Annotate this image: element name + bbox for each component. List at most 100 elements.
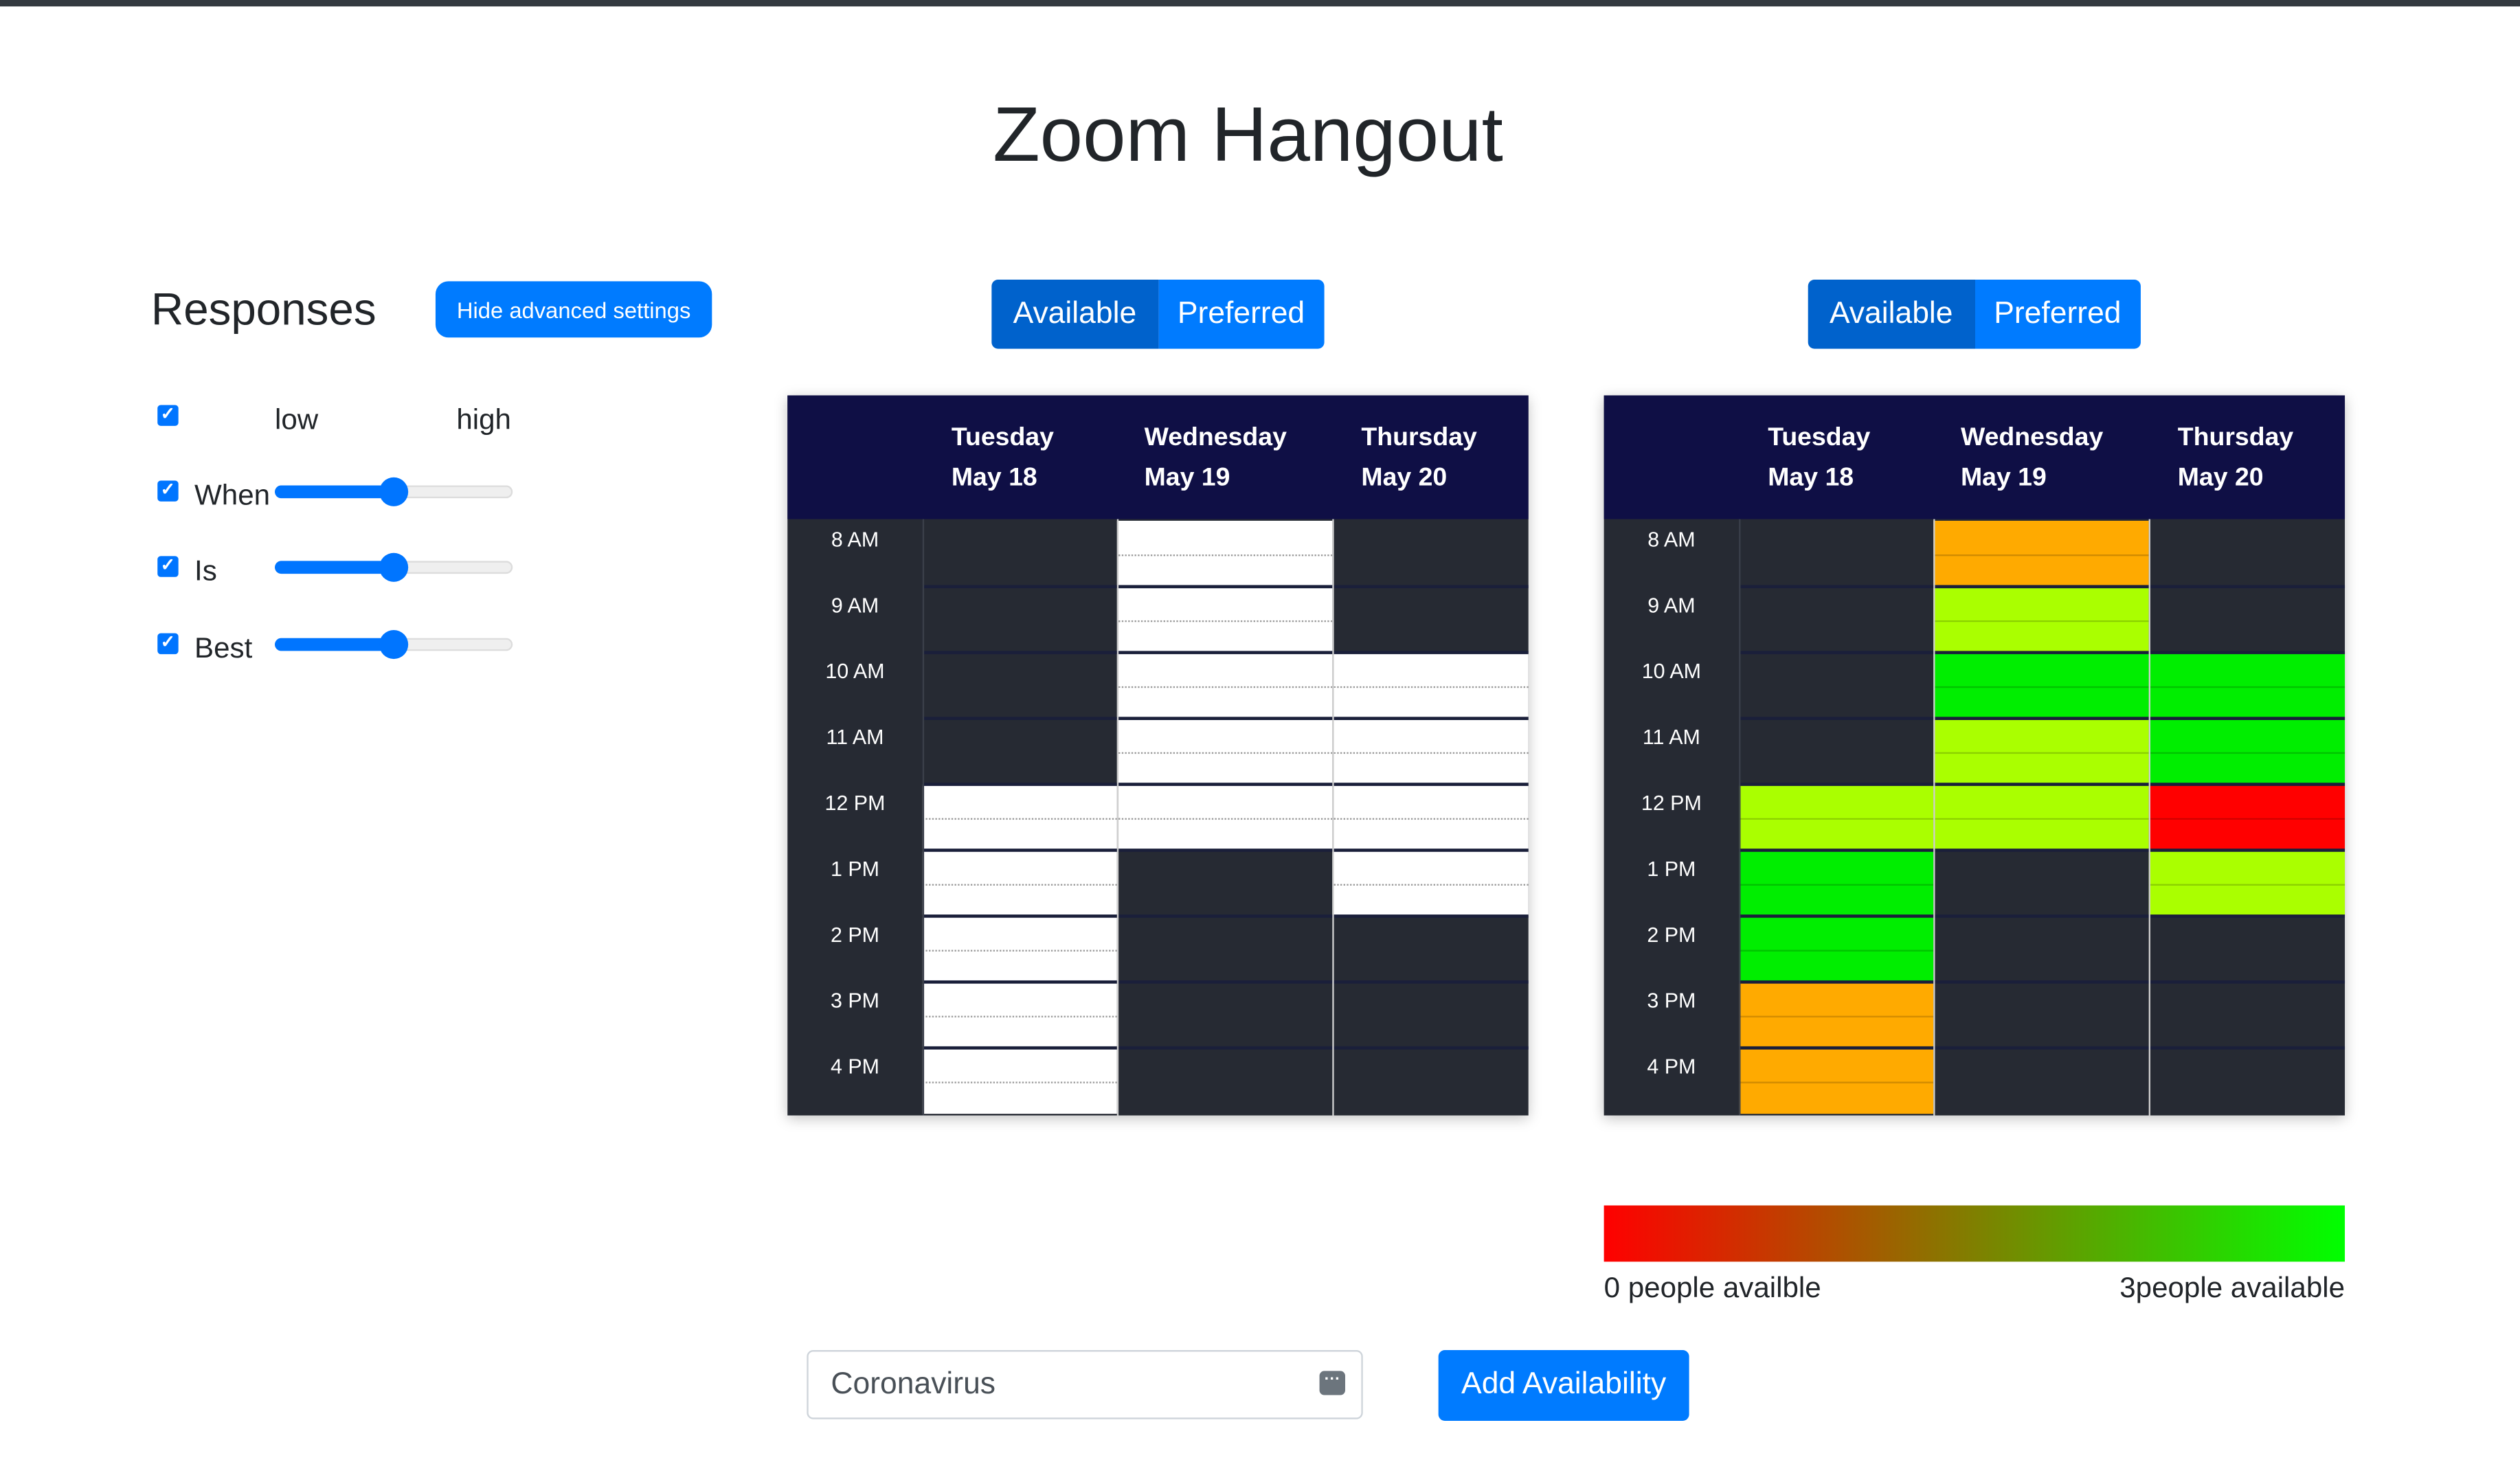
time-slot (1933, 520, 2149, 587)
hour-divider (1739, 717, 2345, 721)
autofill-icon[interactable]: ··· (1319, 1371, 1345, 1395)
time-slot (1739, 1048, 1934, 1114)
time-label: 12 PM (824, 790, 886, 816)
filter-row: ✓ When (157, 477, 527, 523)
hour-divider (922, 849, 1529, 852)
hour-divider (922, 914, 1529, 918)
time-slot (1933, 718, 2149, 785)
hour-divider (922, 651, 1529, 655)
preferred-tab[interactable]: Preferred (1158, 280, 1325, 349)
time-label: 12 PM (1641, 790, 1702, 816)
date-label: May 18 (951, 464, 1037, 492)
hour-divider (1739, 914, 2345, 918)
date-label: May 20 (2177, 464, 2264, 492)
time-slot[interactable] (1332, 718, 1529, 785)
scale-checkbox[interactable]: ✓ (157, 405, 179, 426)
time-label: 10 AM (1641, 659, 1701, 684)
legend-low-label: 0 people availble (1604, 1271, 1821, 1304)
slider-fill (275, 485, 394, 499)
time-slot[interactable] (1332, 784, 1529, 851)
day-header: Tuesday May 18 (1768, 418, 1870, 498)
column-divider (1933, 519, 1935, 1116)
filter-checkbox[interactable]: ✓ (157, 556, 179, 577)
time-slot[interactable] (922, 850, 1117, 917)
slider-thumb[interactable] (379, 552, 409, 582)
time-label: 11 AM (826, 725, 884, 750)
filter-slider[interactable] (275, 552, 513, 582)
time-label: 2 PM (1647, 922, 1696, 947)
hide-advanced-settings-button[interactable]: Hide advanced settings (435, 281, 712, 338)
time-slot[interactable] (1332, 850, 1529, 917)
time-label: 3 PM (1647, 988, 1696, 1013)
hour-divider (922, 783, 1529, 786)
preferred-tab[interactable]: Preferred (1974, 280, 2141, 349)
time-slot[interactable] (1332, 652, 1529, 719)
add-availability-button[interactable]: Add Availability (1438, 1350, 1689, 1421)
filter-checkbox[interactable]: ✓ (157, 480, 179, 502)
time-slot (1739, 784, 1934, 851)
name-field: ··· (807, 1350, 1363, 1419)
date-label: May 20 (1361, 464, 1448, 492)
time-label: 4 PM (1647, 1054, 1696, 1079)
filter-checkbox[interactable]: ✓ (157, 633, 179, 655)
time-label: 9 AM (1647, 593, 1696, 618)
time-label: 8 AM (1647, 527, 1696, 552)
filter-label: Is (194, 554, 217, 587)
time-slot (2148, 850, 2345, 917)
scale-row: ✓ low high (157, 402, 527, 447)
weekday-label: Wednesday (1144, 424, 1287, 452)
time-label: 4 PM (831, 1054, 879, 1079)
time-label: 9 AM (831, 593, 879, 618)
time-slot[interactable] (922, 784, 1117, 851)
filter-slider[interactable] (275, 630, 513, 660)
time-slot (2148, 784, 2345, 851)
slider-thumb[interactable] (379, 477, 409, 506)
available-tab[interactable]: Available (991, 280, 1158, 349)
my-view-toggle: Available Preferred (991, 280, 1325, 349)
date-label: May 18 (1768, 464, 1854, 492)
time-slot[interactable] (1116, 718, 1333, 785)
weekday-label: Tuesday (1768, 424, 1871, 452)
hour-divider (922, 980, 1529, 984)
time-label: 11 AM (1642, 725, 1700, 750)
hour-divider (1739, 980, 2345, 984)
time-slot (2148, 718, 2345, 785)
weekday-label: Tuesday (951, 424, 1054, 452)
hour-divider (922, 1046, 1529, 1050)
time-slot[interactable] (922, 916, 1117, 982)
availability-gradient-legend (1604, 1205, 2345, 1262)
time-slot[interactable] (1116, 586, 1333, 653)
day-header: Thursday May 20 (2178, 418, 2293, 498)
hour-divider (922, 585, 1529, 589)
hour-divider (1739, 585, 2345, 589)
time-slot[interactable] (922, 982, 1117, 1048)
available-tab[interactable]: Available (1808, 280, 1975, 349)
weekday-label: Wednesday (1960, 424, 2104, 452)
time-slot[interactable] (1116, 520, 1333, 587)
name-input[interactable] (831, 1351, 1297, 1418)
my-availability-grid[interactable]: Tuesday May 18 Wednesday May 19 Thursday May … (787, 395, 1529, 1116)
weekday-label: Thursday (1361, 424, 1477, 452)
time-slot (2148, 652, 2345, 719)
filter-label: Best (194, 631, 253, 664)
time-slot[interactable] (922, 1048, 1117, 1114)
filter-slider[interactable] (275, 477, 513, 506)
responses-heading: Responses (150, 284, 376, 335)
time-slot[interactable] (1116, 652, 1333, 719)
app-page: Zoom Hangout Responses Hide advanced set… (0, 0, 2520, 1470)
time-slot (1933, 586, 2149, 653)
time-slot[interactable] (1116, 784, 1333, 851)
slider-fill (275, 561, 394, 574)
time-label: 10 AM (825, 659, 885, 684)
slider-thumb[interactable] (379, 630, 409, 660)
date-label: May 19 (1144, 464, 1230, 492)
time-slot (1739, 850, 1934, 917)
time-label: 1 PM (831, 856, 879, 881)
weekday-label: Thursday (2177, 424, 2294, 452)
hour-divider (922, 717, 1529, 721)
column-divider (922, 519, 925, 1116)
day-header: Wednesday May 19 (1961, 418, 2103, 498)
filter-row: ✓ Best (157, 630, 527, 675)
column-divider (1332, 519, 1334, 1116)
legend-high-label: 3people available (2119, 1271, 2345, 1304)
